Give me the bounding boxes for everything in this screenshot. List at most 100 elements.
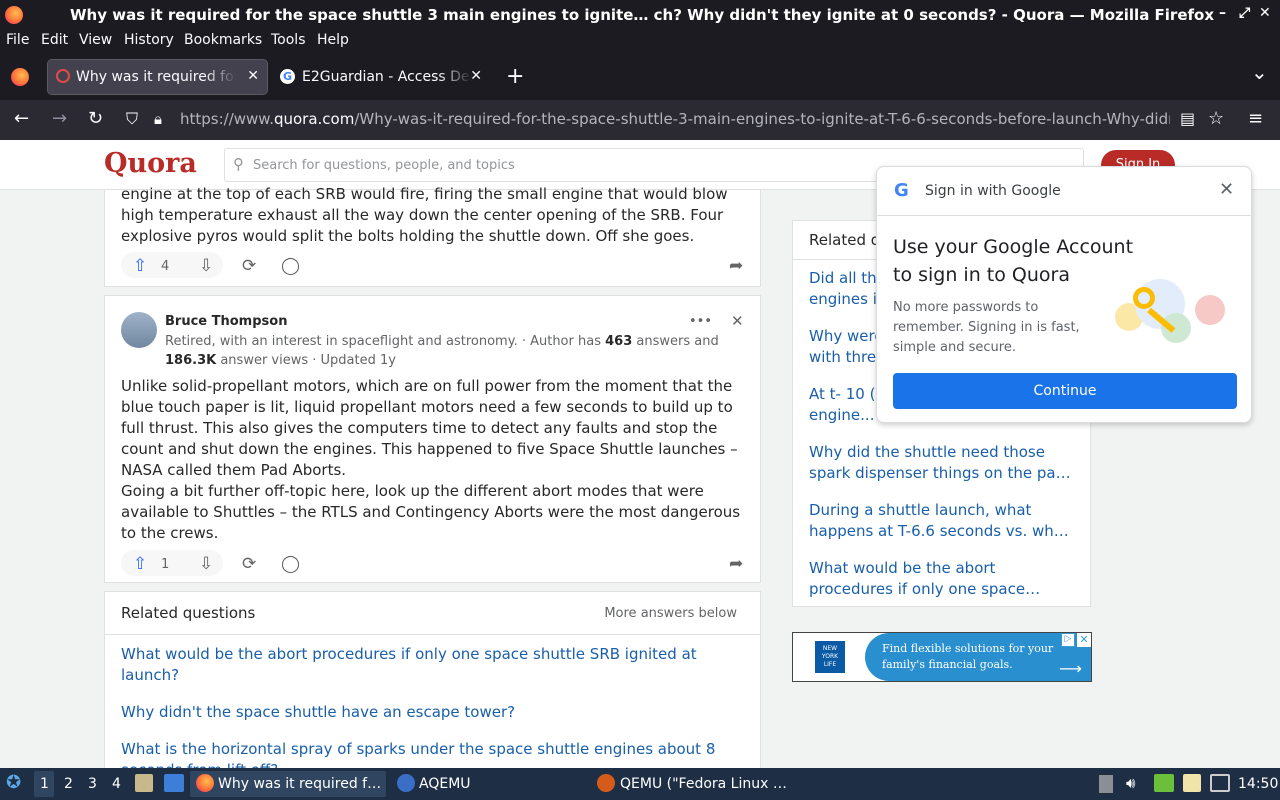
back-icon[interactable]: ← [14,109,29,129]
quora-logo[interactable]: Quora [104,148,197,179]
firefox-icon [5,6,23,24]
minimize-button[interactable]: – [1219,5,1226,21]
share-icon[interactable]: ➦ [729,256,743,276]
menu-help[interactable]: Help [317,32,349,48]
divider [877,215,1251,216]
share-repost-icon[interactable]: ⟳ [242,256,256,276]
new-tab-button[interactable]: + [506,64,524,89]
tab-label: E2Guardian - Access Denied [302,69,472,85]
taskbar: ✪ 1 2 3 4 Why was it required f… AQEMU Q… [0,768,1280,800]
menu-view[interactable]: View [79,32,112,48]
ad-logo: NEW YORK LIFE [815,641,845,673]
notes-icon[interactable] [1183,774,1201,792]
more-options-icon[interactable]: ••• [689,314,712,329]
google-favicon-icon: G [280,69,295,84]
close-window-button[interactable]: ✕ [1259,5,1271,21]
aqemu-icon [397,774,415,792]
related-question-link[interactable]: What would be the abort procedures if on… [121,644,721,686]
upvote-icon[interactable]: ⇧ [133,256,147,276]
dismiss-icon[interactable]: ✕ [731,312,744,330]
popup-header: Sign in with Google [925,183,1061,199]
taskbar-app-qemu[interactable]: QEMU ("Fedora Linux … [620,776,787,792]
ad-close-icon[interactable]: ✕ [1077,633,1091,647]
tab-e2guardian[interactable]: G E2Guardian - Access Denied ✕ [274,60,490,94]
tab-close-icon[interactable]: ✕ [470,68,482,84]
related-question-link[interactable]: Why didn't the space shuttle have an esc… [121,702,721,723]
qemu-icon [597,774,615,792]
author-credential: Retired, with an interest in spaceflight… [165,334,719,368]
comment-icon[interactable]: ◯ [281,554,300,574]
key-illustration-icon [1105,273,1225,353]
menubar: File Edit View History Bookmarks Tools H… [0,30,1280,52]
workspace-1[interactable]: 1 [40,776,49,792]
list-tabs-button[interactable]: ⌄ [1251,60,1268,84]
answer-text: engine at the top of each SRB would fire… [121,185,728,245]
file-manager-icon[interactable] [135,774,153,792]
network-icon[interactable] [1154,774,1174,792]
clipboard-icon[interactable] [1099,775,1113,793]
tab-quora[interactable]: Why was it required for the space shuttl… [47,59,268,95]
sidebar-question-link[interactable]: Why did the shuttle need those spark dis… [809,442,1079,484]
lock-icon[interactable]: 🔒︎ [154,109,162,129]
ad-text: Find flexible solutions for your family'… [882,642,1054,671]
author-name[interactable]: Bruce Thompson [165,314,287,329]
bookmark-star-icon[interactable]: ☆ [1208,109,1224,129]
adchoices-icon[interactable]: ▷ [1061,633,1075,647]
upvote-icon[interactable]: ⇧ [133,554,147,574]
answer-actions: ⇧ 4 ⇩ ⟳ ◯ ➦ [121,252,746,278]
search-placeholder: Search for questions, people, and topics [253,158,515,173]
downvote-icon[interactable]: ⇩ [199,256,213,276]
popup-description: No more passwords to remember. Signing i… [893,300,1080,355]
downvote-icon[interactable]: ⇩ [199,554,213,574]
url-bar[interactable]: https://www.quora.com/Why-was-it-require… [180,110,1170,128]
reload-icon[interactable]: ↻ [88,109,103,129]
popup-close-icon[interactable]: ✕ [1219,179,1234,200]
comment-icon[interactable]: ◯ [281,256,300,276]
menu-hamburger-icon[interactable]: ≡ [1248,109,1263,129]
shield-icon[interactable]: ⛉ [126,109,138,129]
workspace-4[interactable]: 4 [112,776,121,792]
google-signin-popup: G Sign in with Google ✕ Use your Google … [876,166,1252,423]
share-repost-icon[interactable]: ⟳ [242,554,256,574]
menu-tools[interactable]: Tools [271,32,306,48]
ad-banner[interactable]: NEW YORK LIFE Find flexible solutions fo… [792,632,1092,682]
menu-bookmarks[interactable]: Bookmarks [184,32,262,48]
forward-icon[interactable]: → [52,109,67,129]
workspace-3[interactable]: 3 [88,776,97,792]
menu-edit[interactable]: Edit [41,32,68,48]
taskbar-app-aqemu[interactable]: AQEMU [419,776,471,792]
workspace-2[interactable]: 2 [64,776,73,792]
menu-history[interactable]: History [124,32,174,48]
start-menu-icon[interactable]: ✪ [6,772,26,794]
monitor-icon[interactable] [1210,774,1230,792]
related-questions-card: Related questions More answers below Wha… [104,591,761,768]
maximize-button[interactable]: ⤢ [1239,5,1250,21]
taskbar-app-label: Why was it required f… [218,776,382,792]
tab-label: Why was it required for the space shuttl… [76,69,236,85]
firefox-view-icon[interactable] [11,68,29,86]
volume-icon[interactable]: 🔊︎ [1126,774,1135,792]
clock: 14:50 [1238,776,1279,792]
show-desktop-icon[interactable] [164,774,184,792]
upvote-count: 4 [161,259,170,274]
answer-actions: ⇧ 1 ⇩ ⟳ ◯ ➦ [121,550,746,576]
reader-view-icon[interactable]: ▤ [1180,109,1195,129]
answer-card: Bruce Thompson Retired, with an interest… [104,295,761,583]
share-icon[interactable]: ➦ [729,554,743,574]
tab-bar: Why was it required for the space shuttl… [0,52,1280,100]
related-question-link[interactable]: What is the horizontal spray of sparks u… [121,739,721,768]
menu-file[interactable]: File [6,32,29,48]
window-title: Why was it required for the space shuttl… [70,6,1214,24]
divider [105,634,760,635]
related-list: What would be the abort procedures if on… [121,644,721,768]
continue-button[interactable]: Continue [893,373,1237,409]
answer-text: Unlike solid-propellant motors, which ar… [121,377,741,542]
sidebar-question-link[interactable]: During a shuttle launch, what happens at… [809,500,1079,542]
search-icon: ⚲ [233,155,244,173]
sidebar-question-link[interactable]: What would be the abort procedures if on… [809,558,1079,600]
avatar[interactable] [121,312,157,348]
google-g-icon: G [894,180,909,201]
quora-favicon-icon [56,69,70,83]
firefox-taskbar-icon [196,774,214,792]
tab-close-icon[interactable]: ✕ [247,68,259,84]
